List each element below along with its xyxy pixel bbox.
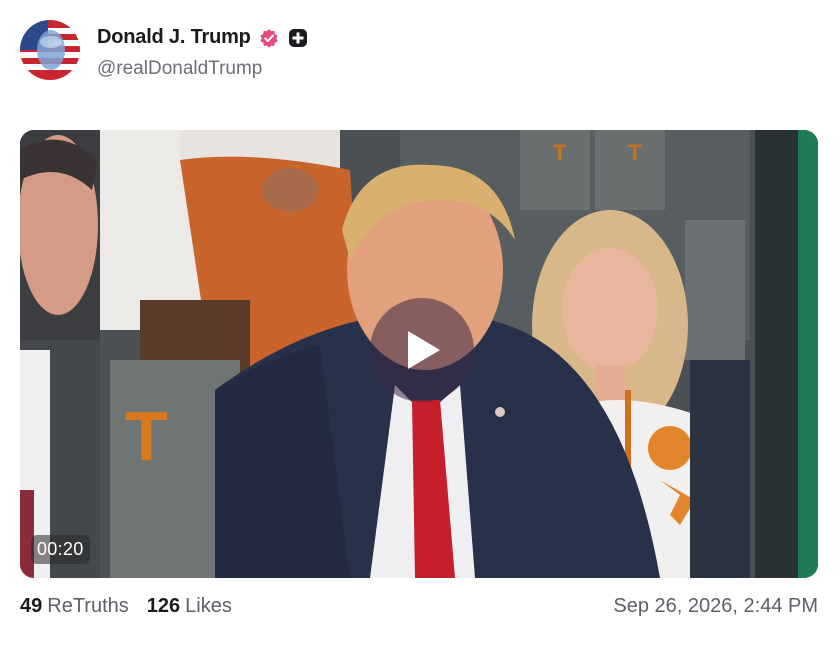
author-handle[interactable]: @realDonaldTrump xyxy=(97,58,262,80)
retruths-link[interactable]: 49 ReTruths xyxy=(20,595,129,618)
retruths-count: 49 xyxy=(20,595,43,617)
author-display-name[interactable]: Donald J. Trump xyxy=(97,26,251,49)
play-button[interactable] xyxy=(370,298,474,402)
video-player[interactable]: T T T 00:20 xyxy=(20,130,818,578)
svg-text:T: T xyxy=(553,140,567,165)
svg-text:T: T xyxy=(628,140,642,165)
plus-badge-icon xyxy=(288,28,307,47)
likes-link[interactable]: 126 Likes xyxy=(147,595,232,618)
likes-label: Likes xyxy=(185,595,232,617)
post-stats: 49 ReTruths 126 Likes xyxy=(20,595,232,618)
svg-text:T: T xyxy=(125,397,168,475)
retruths-label: ReTruths xyxy=(47,595,129,617)
post-timestamp[interactable]: Sep 26, 2026, 2:44 PM xyxy=(613,595,818,618)
likes-count: 126 xyxy=(146,595,181,617)
verified-badge-icon xyxy=(260,28,278,48)
video-duration: 00:20 xyxy=(31,535,90,564)
play-icon xyxy=(408,331,440,369)
avatar[interactable] xyxy=(20,20,80,80)
